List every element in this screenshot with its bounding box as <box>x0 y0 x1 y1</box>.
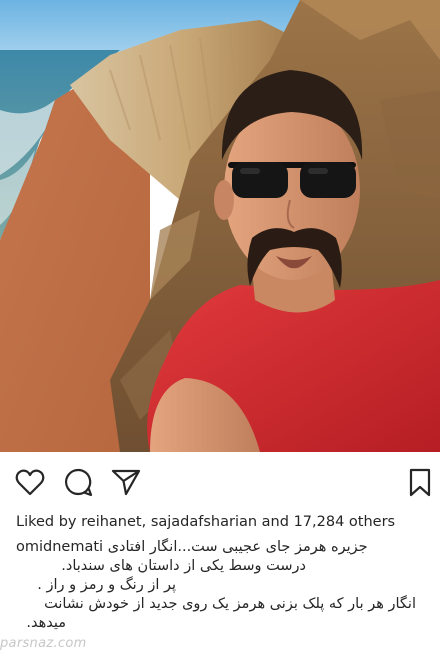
save-button[interactable] <box>404 466 436 498</box>
caption-line-5: میدهد. <box>26 615 66 631</box>
caption-line-2: درست وسط یکی از داستان های سندباد. <box>61 558 306 574</box>
paper-plane-icon <box>111 469 141 496</box>
comment-icon <box>65 468 93 497</box>
comment-button[interactable] <box>62 466 94 498</box>
heart-icon <box>15 469 45 496</box>
post-caption: omidnemati جزیره هرمز جای عجیبی ست...انگ… <box>16 538 416 633</box>
bookmark-icon <box>409 468 431 497</box>
likes-count[interactable]: 17,284 <box>294 514 345 530</box>
liker-link-1[interactable]: reihanet <box>81 514 141 530</box>
watermark: parsnaz.com <box>0 636 87 651</box>
share-button[interactable] <box>110 466 142 498</box>
caption-line-3: پر از رنگ و رمز و راز . <box>37 577 176 593</box>
likes-and: and <box>261 514 289 530</box>
post-actions <box>0 452 440 510</box>
likes-summary: Liked by reihanet, sajadafsharian and 17… <box>16 512 436 532</box>
likes-prefix: Liked by <box>16 514 77 530</box>
caption-line-4: انگار هر بار که پلک بزنی هرمز یک روی جدی… <box>44 596 416 612</box>
likes-suffix[interactable]: others <box>349 514 395 530</box>
post-photo[interactable] <box>0 0 440 452</box>
caption-line-1: جزیره هرمز جای عجیبی ست...انگار افتادی <box>107 539 368 555</box>
likes-separator: , <box>141 514 147 530</box>
liker-link-2[interactable]: sajadafsharian <box>151 514 257 530</box>
like-button[interactable] <box>14 466 46 498</box>
caption-username[interactable]: omidnemati <box>16 539 103 555</box>
